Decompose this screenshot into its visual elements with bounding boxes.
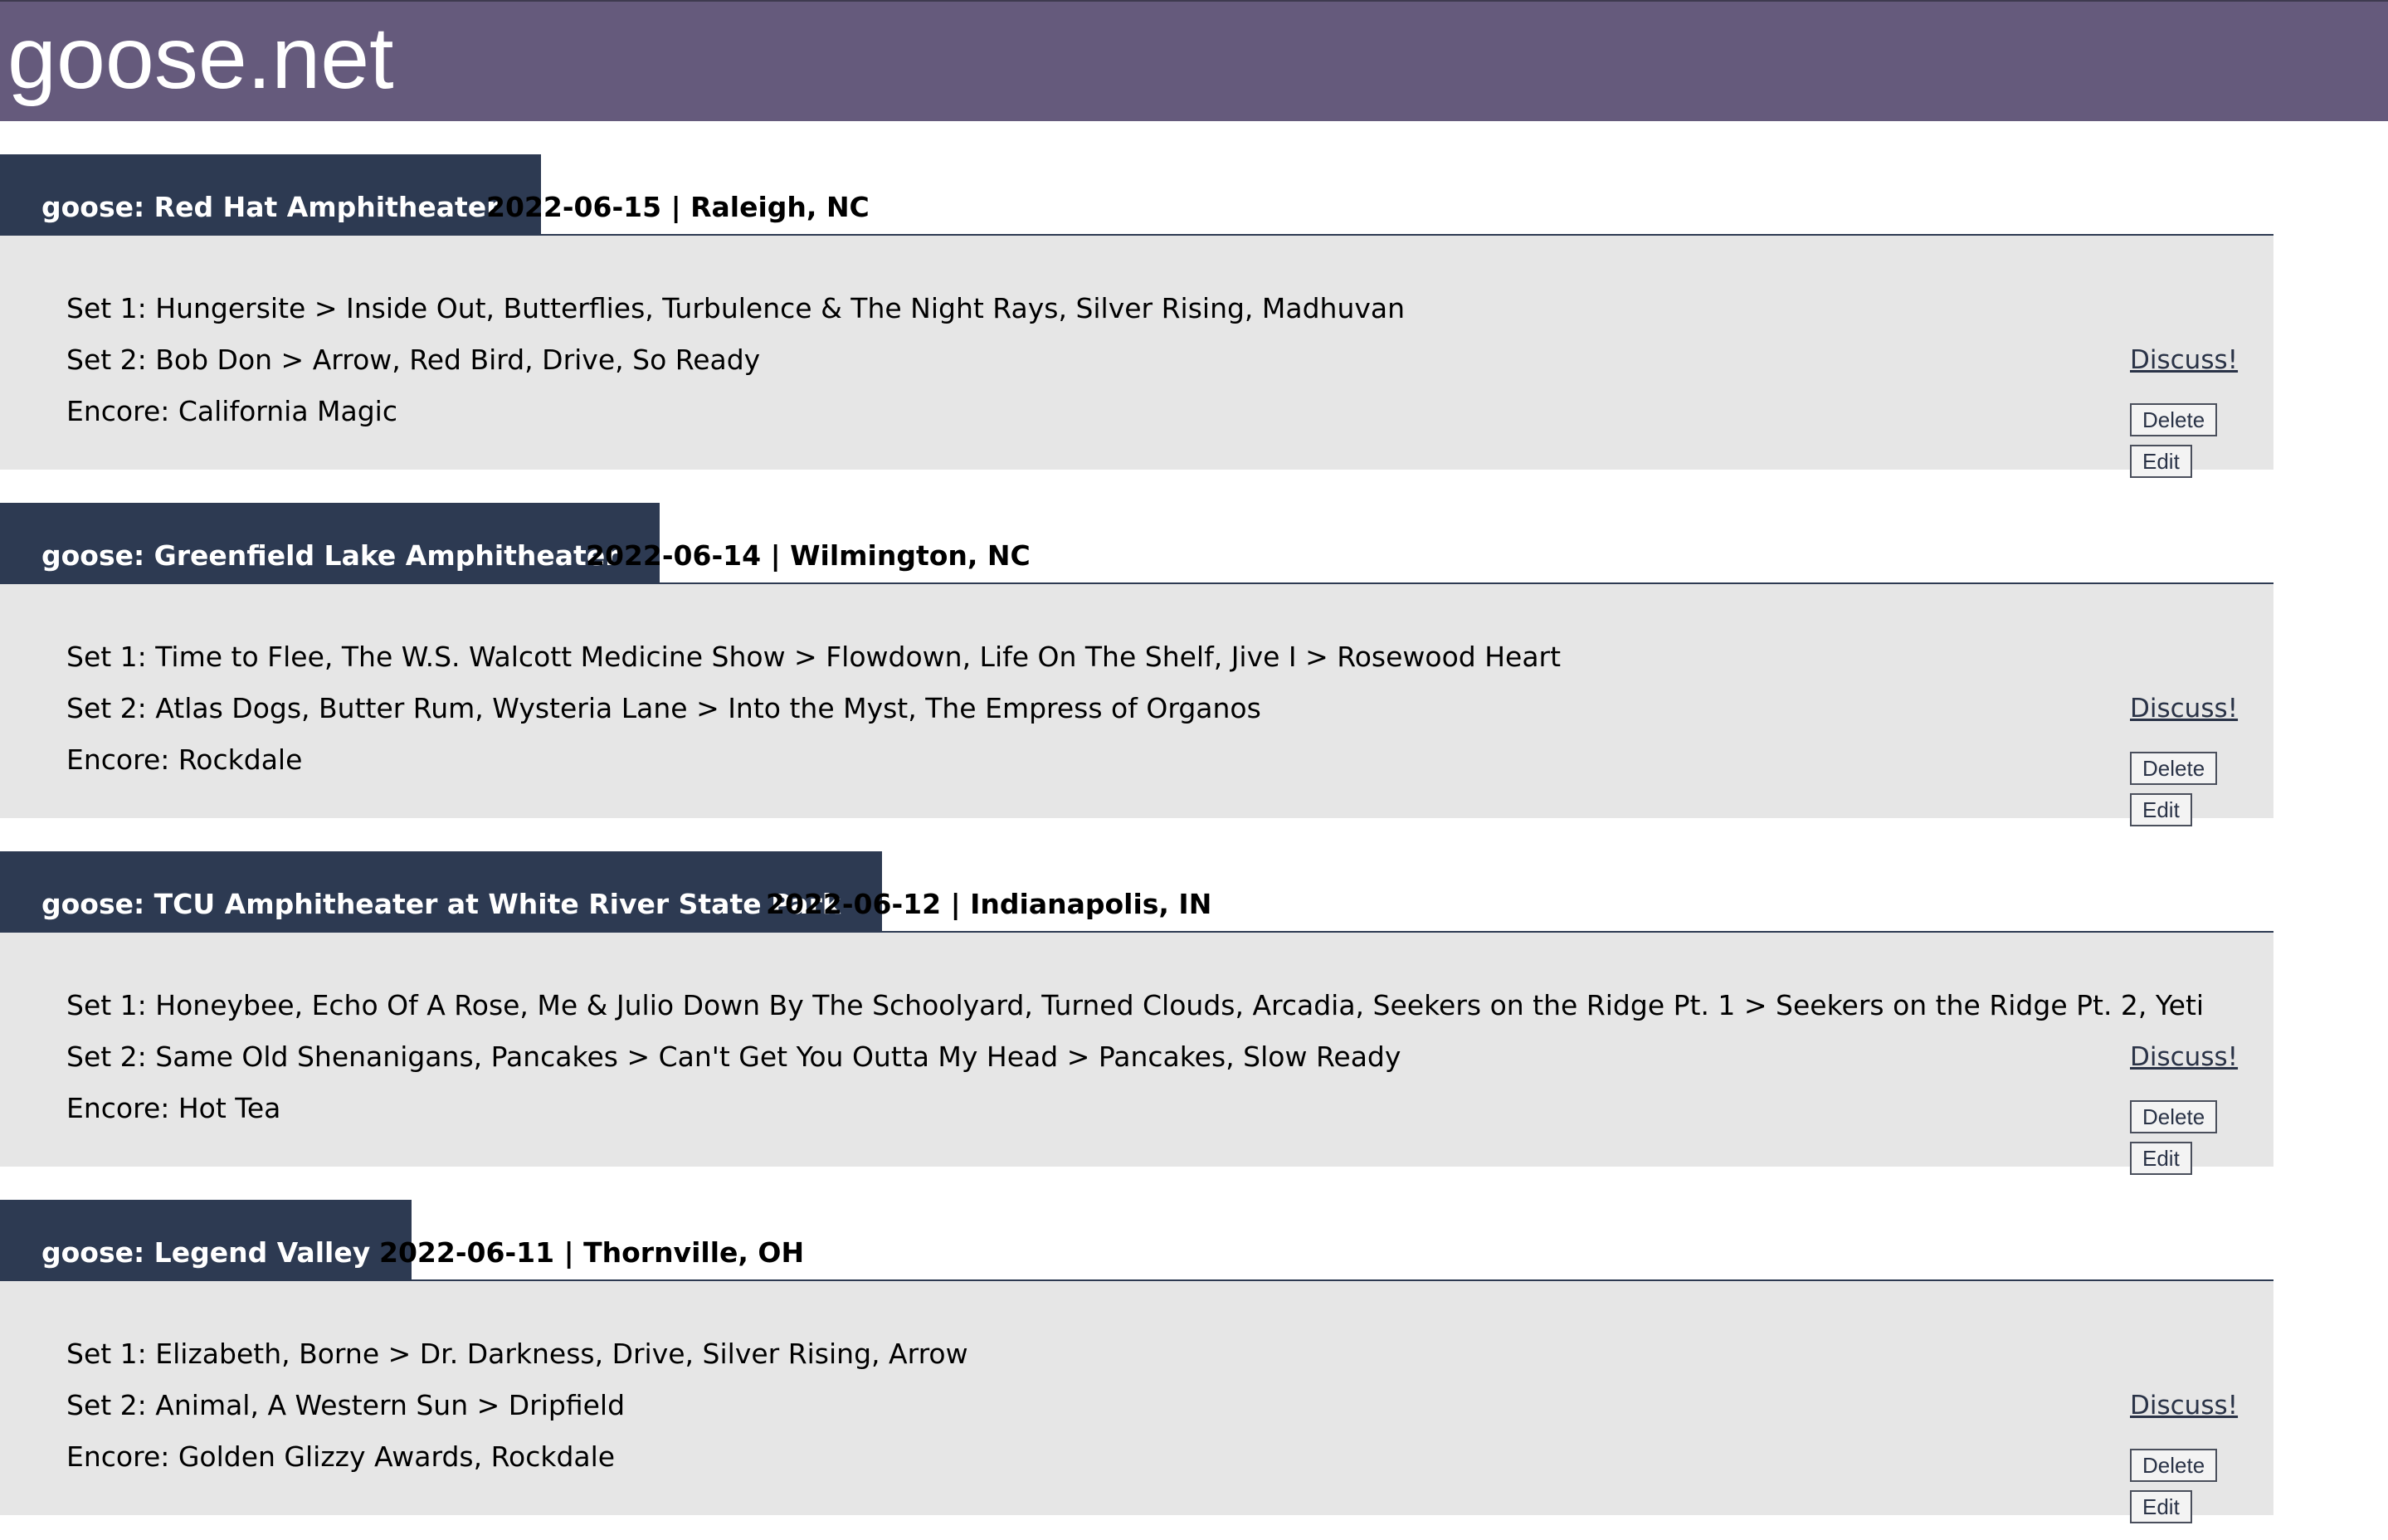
edit-button[interactable]: Edit bbox=[2130, 445, 2192, 478]
show-header: goose: Greenfield Lake Amphitheater 2022… bbox=[0, 503, 2273, 584]
show-header: goose: TCU Amphitheater at White River S… bbox=[0, 851, 2273, 933]
show-header: goose: Red Hat Amphitheater 2022-06-15 |… bbox=[0, 154, 2273, 236]
setlist-panel: Set 1: Honeybee, Echo Of A Rose, Me & Ju… bbox=[0, 933, 2273, 1175]
edit-button[interactable]: Edit bbox=[2130, 1142, 2192, 1175]
show-date-location: 2022-06-12 | Indianapolis, IN bbox=[766, 888, 1212, 920]
show-date-location: 2022-06-11 | Thornville, OH bbox=[379, 1236, 805, 1269]
encore-line: Encore: Golden Glizzy Awards, Rockdale bbox=[66, 1440, 616, 1473]
discuss-link[interactable]: Discuss! bbox=[2130, 694, 2238, 724]
venue-tab: goose: Red Hat Amphitheater bbox=[0, 154, 542, 234]
venue-tab: goose: TCU Amphitheater at White River S… bbox=[0, 851, 882, 931]
delete-button[interactable]: Delete bbox=[2130, 1100, 2218, 1133]
show-date-location: 2022-06-14 | Wilmington, NC bbox=[586, 539, 1031, 572]
show-card: goose: Red Hat Amphitheater 2022-06-15 |… bbox=[0, 154, 2273, 478]
set-2-line: Set 2: Bob Don > Arrow, Red Bird, Drive,… bbox=[66, 344, 761, 376]
show-card: goose: Legend Valley 2022-06-11 | Thornv… bbox=[0, 1200, 2273, 1523]
set-1-line: Set 1: Hungersite > Inside Out, Butterfl… bbox=[66, 292, 1406, 324]
edit-button[interactable]: Edit bbox=[2130, 1490, 2192, 1523]
venue-tab: goose: Legend Valley bbox=[0, 1200, 412, 1279]
discuss-link[interactable]: Discuss! bbox=[2130, 1391, 2238, 1421]
setlist-panel: Set 1: Time to Flee, The W.S. Walcott Me… bbox=[0, 584, 2273, 826]
delete-button[interactable]: Delete bbox=[2130, 752, 2218, 785]
set-1-line: Set 1: Elizabeth, Borne > Dr. Darkness, … bbox=[66, 1338, 968, 1370]
set-2-line: Set 2: Same Old Shenanigans, Pancakes > … bbox=[66, 1040, 1401, 1073]
show-card: goose: TCU Amphitheater at White River S… bbox=[0, 851, 2273, 1175]
delete-button[interactable]: Delete bbox=[2130, 403, 2218, 436]
venue-tab: goose: Greenfield Lake Amphitheater bbox=[0, 503, 660, 582]
encore-line: Encore: Hot Tea bbox=[66, 1092, 281, 1124]
delete-button[interactable]: Delete bbox=[2130, 1449, 2218, 1482]
show-header: goose: Legend Valley 2022-06-11 | Thornv… bbox=[0, 1200, 2273, 1281]
discuss-link[interactable]: Discuss! bbox=[2130, 345, 2238, 375]
setlist-panel: Set 1: Hungersite > Inside Out, Butterfl… bbox=[0, 236, 2273, 478]
set-1-line: Set 1: Time to Flee, The W.S. Walcott Me… bbox=[66, 641, 1562, 673]
discuss-link[interactable]: Discuss! bbox=[2130, 1042, 2238, 1072]
site-header: goose.net bbox=[0, 0, 2388, 121]
site-title[interactable]: goose.net bbox=[7, 7, 394, 110]
set-2-line: Set 2: Atlas Dogs, Butter Rum, Wysteria … bbox=[66, 692, 1261, 724]
set-1-line: Set 1: Honeybee, Echo Of A Rose, Me & Ju… bbox=[66, 989, 2205, 1021]
show-card: goose: Greenfield Lake Amphitheater 2022… bbox=[0, 503, 2273, 826]
encore-line: Encore: Rockdale bbox=[66, 743, 303, 776]
encore-line: Encore: California Magic bbox=[66, 395, 397, 427]
show-date-location: 2022-06-15 | Raleigh, NC bbox=[486, 191, 870, 223]
setlist-panel: Set 1: Elizabeth, Borne > Dr. Darkness, … bbox=[0, 1281, 2273, 1523]
set-2-line: Set 2: Animal, A Western Sun > Dripfield bbox=[66, 1389, 626, 1421]
edit-button[interactable]: Edit bbox=[2130, 793, 2192, 826]
